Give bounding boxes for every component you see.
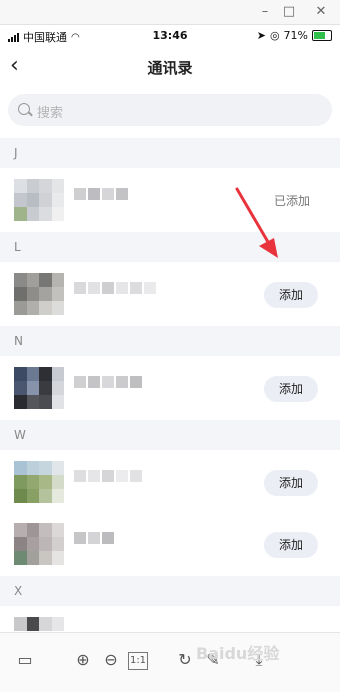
location-icon: ➤ xyxy=(256,29,266,42)
contact-row[interactable]: 添加 xyxy=(0,512,340,574)
rotate-icon[interactable]: ↻ xyxy=(174,649,196,671)
alarm-icon: ◎ xyxy=(269,29,280,42)
layout-icon[interactable]: ▭ xyxy=(14,649,36,671)
section-header-x: X xyxy=(0,576,340,606)
minimize-icon[interactable]: – xyxy=(256,3,274,21)
section-header-w: W xyxy=(0,420,340,450)
page-title: 通讯录 xyxy=(147,59,193,77)
contact-name xyxy=(74,532,114,544)
contact-name xyxy=(74,376,142,388)
section-header-j: J xyxy=(0,138,340,168)
section-header-n: N xyxy=(0,326,340,356)
zoom-out-icon[interactable]: ⊖ xyxy=(100,649,122,671)
avatar xyxy=(14,617,64,632)
search-input[interactable]: 搜索 xyxy=(8,94,332,126)
navigation-bar: ‹ 通讯录 xyxy=(0,47,340,87)
status-bar: 中国联通 ◠ 13:46 ➤ ◎ 71% xyxy=(0,25,340,47)
battery-icon xyxy=(312,30,332,41)
section-letter: J xyxy=(14,146,18,160)
section-letter: L xyxy=(14,240,21,254)
add-button[interactable]: 添加 xyxy=(264,376,318,402)
search-icon xyxy=(18,103,30,115)
battery-percent: 71% xyxy=(283,29,308,42)
watermark: Baidu经验 xyxy=(196,644,280,663)
add-button[interactable]: 添加 xyxy=(264,470,318,496)
contact-name xyxy=(74,282,156,294)
contact-row[interactable]: 添加 xyxy=(0,356,340,418)
search-placeholder: 搜索 xyxy=(37,106,64,121)
window-title-bar: – □ ✕ xyxy=(0,0,340,25)
avatar xyxy=(14,461,64,503)
section-letter: N xyxy=(14,334,23,348)
avatar xyxy=(14,523,64,565)
actual-size-button[interactable]: 1:1 xyxy=(128,652,148,670)
added-status: 已添加 xyxy=(273,194,310,208)
contact-row[interactable]: 已添加 xyxy=(0,168,340,230)
add-button[interactable]: 添加 xyxy=(264,282,318,308)
contact-row[interactable] xyxy=(0,606,340,632)
contact-name xyxy=(74,470,142,482)
avatar xyxy=(14,367,64,409)
avatar xyxy=(14,273,64,315)
contact-name xyxy=(74,188,128,200)
section-letter: X xyxy=(14,584,23,598)
add-button[interactable]: 添加 xyxy=(264,532,318,558)
section-letter: W xyxy=(14,428,26,442)
contact-row[interactable]: 添加 xyxy=(0,262,340,324)
avatar xyxy=(14,179,64,221)
close-icon[interactable]: ✕ xyxy=(312,3,330,21)
contact-row[interactable]: 添加 xyxy=(0,450,340,512)
maximize-icon[interactable]: □ xyxy=(280,3,298,21)
zoom-in-icon[interactable]: ⊕ xyxy=(72,649,94,671)
section-header-l: L xyxy=(0,232,340,262)
viewer-toolbar: ▭ ⊕ ⊖ 1:1 ↻ ✎ ⤓ xyxy=(0,632,340,692)
